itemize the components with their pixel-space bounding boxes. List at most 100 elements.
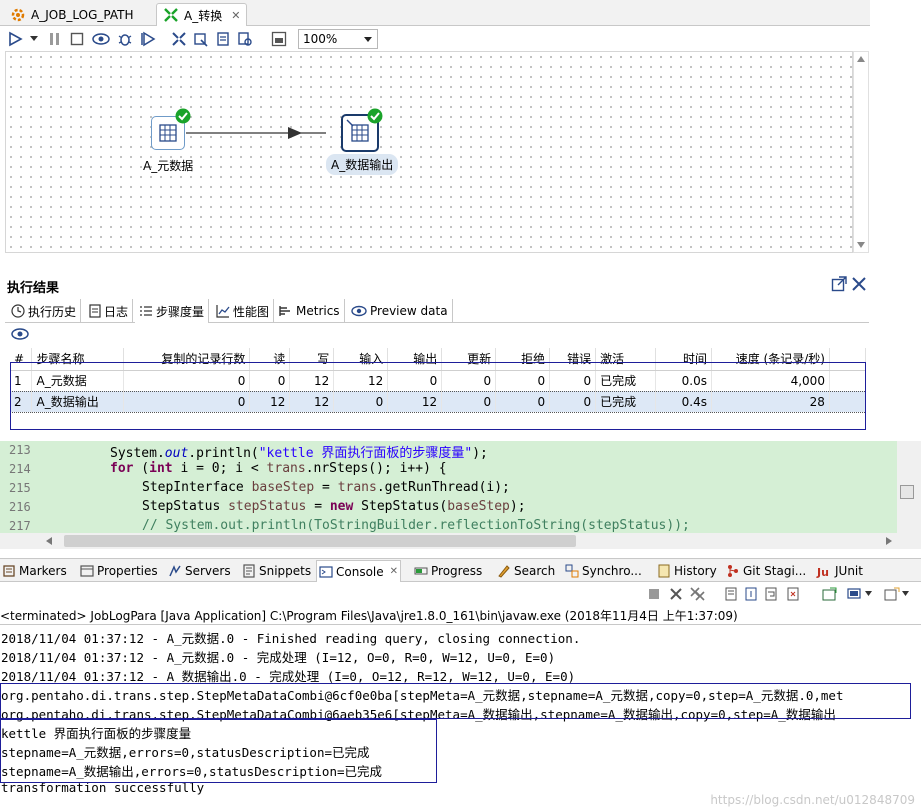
replay-icon	[141, 31, 156, 47]
console-line: 2018/11/04 01:37:12 - A_元数据.0 - Finished…	[1, 631, 581, 646]
editor-tab-job-log-path[interactable]: A_JOB_LOG_PATH	[4, 3, 140, 26]
editor-tab-label: A_转换	[184, 8, 223, 23]
editor-tab-transformation[interactable]: A_转换 ✕	[156, 3, 248, 26]
replay-button[interactable]	[140, 30, 158, 48]
code-token: =	[306, 499, 330, 514]
close-icon[interactable]	[852, 277, 866, 291]
properties-icon	[80, 565, 94, 577]
tab-label: 步骤度量	[156, 304, 205, 319]
view-tab-label: Git Stagi...	[743, 564, 807, 578]
scroll-right-icon[interactable]	[886, 537, 892, 545]
view-tab-markers[interactable]: Markers	[0, 560, 69, 582]
canvas-vertical-scrollbar[interactable]	[853, 51, 869, 253]
chevron-down-icon[interactable]	[902, 591, 909, 596]
code-vertical-scrollbar[interactable]	[897, 441, 921, 533]
step-ok-check-icon	[175, 108, 191, 124]
maximize-icon[interactable]	[831, 276, 847, 292]
bug-icon	[118, 34, 132, 46]
scroll-lock-icon[interactable]	[744, 587, 758, 601]
terminate-icon[interactable]	[648, 588, 660, 600]
line-number-gutter: 213 214 215 216 217	[0, 441, 44, 533]
junit-icon: Ju	[816, 566, 829, 578]
view-tab-label: Properties	[97, 564, 158, 578]
stop-icon	[70, 32, 84, 46]
view-tab-junit[interactable]: Ju JUnit	[814, 560, 865, 582]
tab-execution-history[interactable]: 执行历史	[7, 299, 82, 323]
view-tab-label: Progress	[431, 564, 483, 578]
code-horizontal-scrollbar[interactable]	[0, 533, 921, 549]
show-results-button[interactable]	[270, 30, 288, 48]
code-editor[interactable]: 213 214 215 216 217 System.out.println("…	[0, 441, 897, 533]
open-console-icon[interactable]	[884, 587, 900, 601]
close-tab-icon[interactable]: ✕	[390, 566, 398, 577]
debug-button[interactable]	[116, 30, 134, 48]
run-options-dropdown[interactable]	[28, 30, 40, 48]
verify-button[interactable]	[170, 30, 188, 48]
code-token: baseStep	[447, 499, 510, 514]
tab-preview-data[interactable]: Preview data	[347, 299, 453, 323]
svg-text:Ju: Ju	[816, 566, 829, 578]
code-keyword: new	[329, 499, 354, 514]
remove-all-terminated-icon[interactable]	[690, 587, 706, 601]
servers-icon	[169, 565, 181, 577]
code-token: =	[314, 480, 338, 495]
chevron-down-icon[interactable]	[865, 591, 872, 596]
code-token: stepStatus	[228, 499, 307, 514]
transformation-canvas[interactable]: A_元数据 A_数据输出	[5, 51, 853, 253]
scroll-down-icon[interactable]	[857, 242, 865, 248]
code-string: "kettle 界面执行面板的步骤度量"	[258, 446, 473, 461]
editor-tab-bar: A_JOB_LOG_PATH A_转换 ✕	[0, 0, 870, 26]
step-label: A_元数据	[143, 159, 194, 173]
explore-db-button[interactable]	[236, 30, 254, 48]
view-tab-progress[interactable]: Progress	[412, 560, 484, 582]
zoom-value: 100%	[303, 32, 338, 46]
view-tab-snippets[interactable]: Snippets	[240, 560, 313, 582]
tab-log[interactable]: 日志	[85, 299, 134, 323]
remove-launch-icon[interactable]	[670, 588, 682, 600]
hop-arrow[interactable]	[6, 52, 854, 254]
results-panel-icon	[271, 31, 287, 47]
scroll-thumb[interactable]	[900, 485, 914, 499]
sql-button[interactable]	[214, 30, 232, 48]
step-label: A_数据输出	[326, 154, 399, 175]
scroll-up-icon[interactable]	[857, 56, 865, 62]
view-tab-git-staging[interactable]: Git Stagi...	[724, 560, 808, 582]
eye-icon	[92, 33, 110, 45]
display-console-icon[interactable]	[847, 587, 861, 601]
code-keyword: for	[110, 461, 134, 476]
view-tab-label: Markers	[19, 564, 67, 578]
view-tab-servers[interactable]: Servers	[166, 560, 233, 582]
verify-icon	[172, 32, 186, 46]
pause-button[interactable]	[46, 30, 64, 48]
editor-tab-label: A_JOB_LOG_PATH	[31, 7, 134, 22]
eye-icon	[351, 305, 367, 317]
close-tab-icon[interactable]: ✕	[231, 9, 240, 22]
clear-console-icon[interactable]	[724, 587, 738, 601]
code-line-216: StepStatus stepStatus = new StepStatus(b…	[142, 499, 526, 514]
pin-console-icon[interactable]	[822, 587, 838, 601]
view-tab-properties[interactable]: Properties	[78, 560, 160, 582]
code-token: trans	[337, 480, 377, 495]
impact-button[interactable]	[192, 30, 210, 48]
progress-icon	[414, 567, 428, 575]
word-wrap-icon[interactable]	[764, 587, 778, 601]
annotation-highlight-box	[10, 362, 866, 430]
scroll-left-icon[interactable]	[46, 537, 52, 545]
tab-metrics[interactable]: Metrics	[275, 299, 345, 323]
eye-icon[interactable]	[11, 328, 29, 340]
view-tab-search[interactable]: Search	[495, 560, 557, 582]
preview-button[interactable]	[92, 30, 110, 48]
zoom-select[interactable]: 100%	[298, 29, 378, 49]
run-button[interactable]	[6, 30, 24, 48]
scroll-thumb[interactable]	[64, 535, 576, 547]
show-when-output-icon[interactable]	[786, 587, 800, 601]
stop-button[interactable]	[68, 30, 86, 48]
view-tab-synchronize[interactable]: Synchro...	[563, 560, 644, 582]
views-tab-bar: Markers Properties Servers Snippets Cons…	[0, 558, 921, 582]
tab-performance-chart[interactable]: 性能图	[212, 299, 275, 323]
tab-step-metrics[interactable]: 步骤度量	[135, 299, 210, 323]
view-tab-console[interactable]: Console ✕	[316, 560, 402, 582]
line-number: 216	[9, 500, 31, 514]
line-number: 217	[9, 519, 31, 533]
view-tab-history[interactable]: History	[655, 560, 719, 582]
